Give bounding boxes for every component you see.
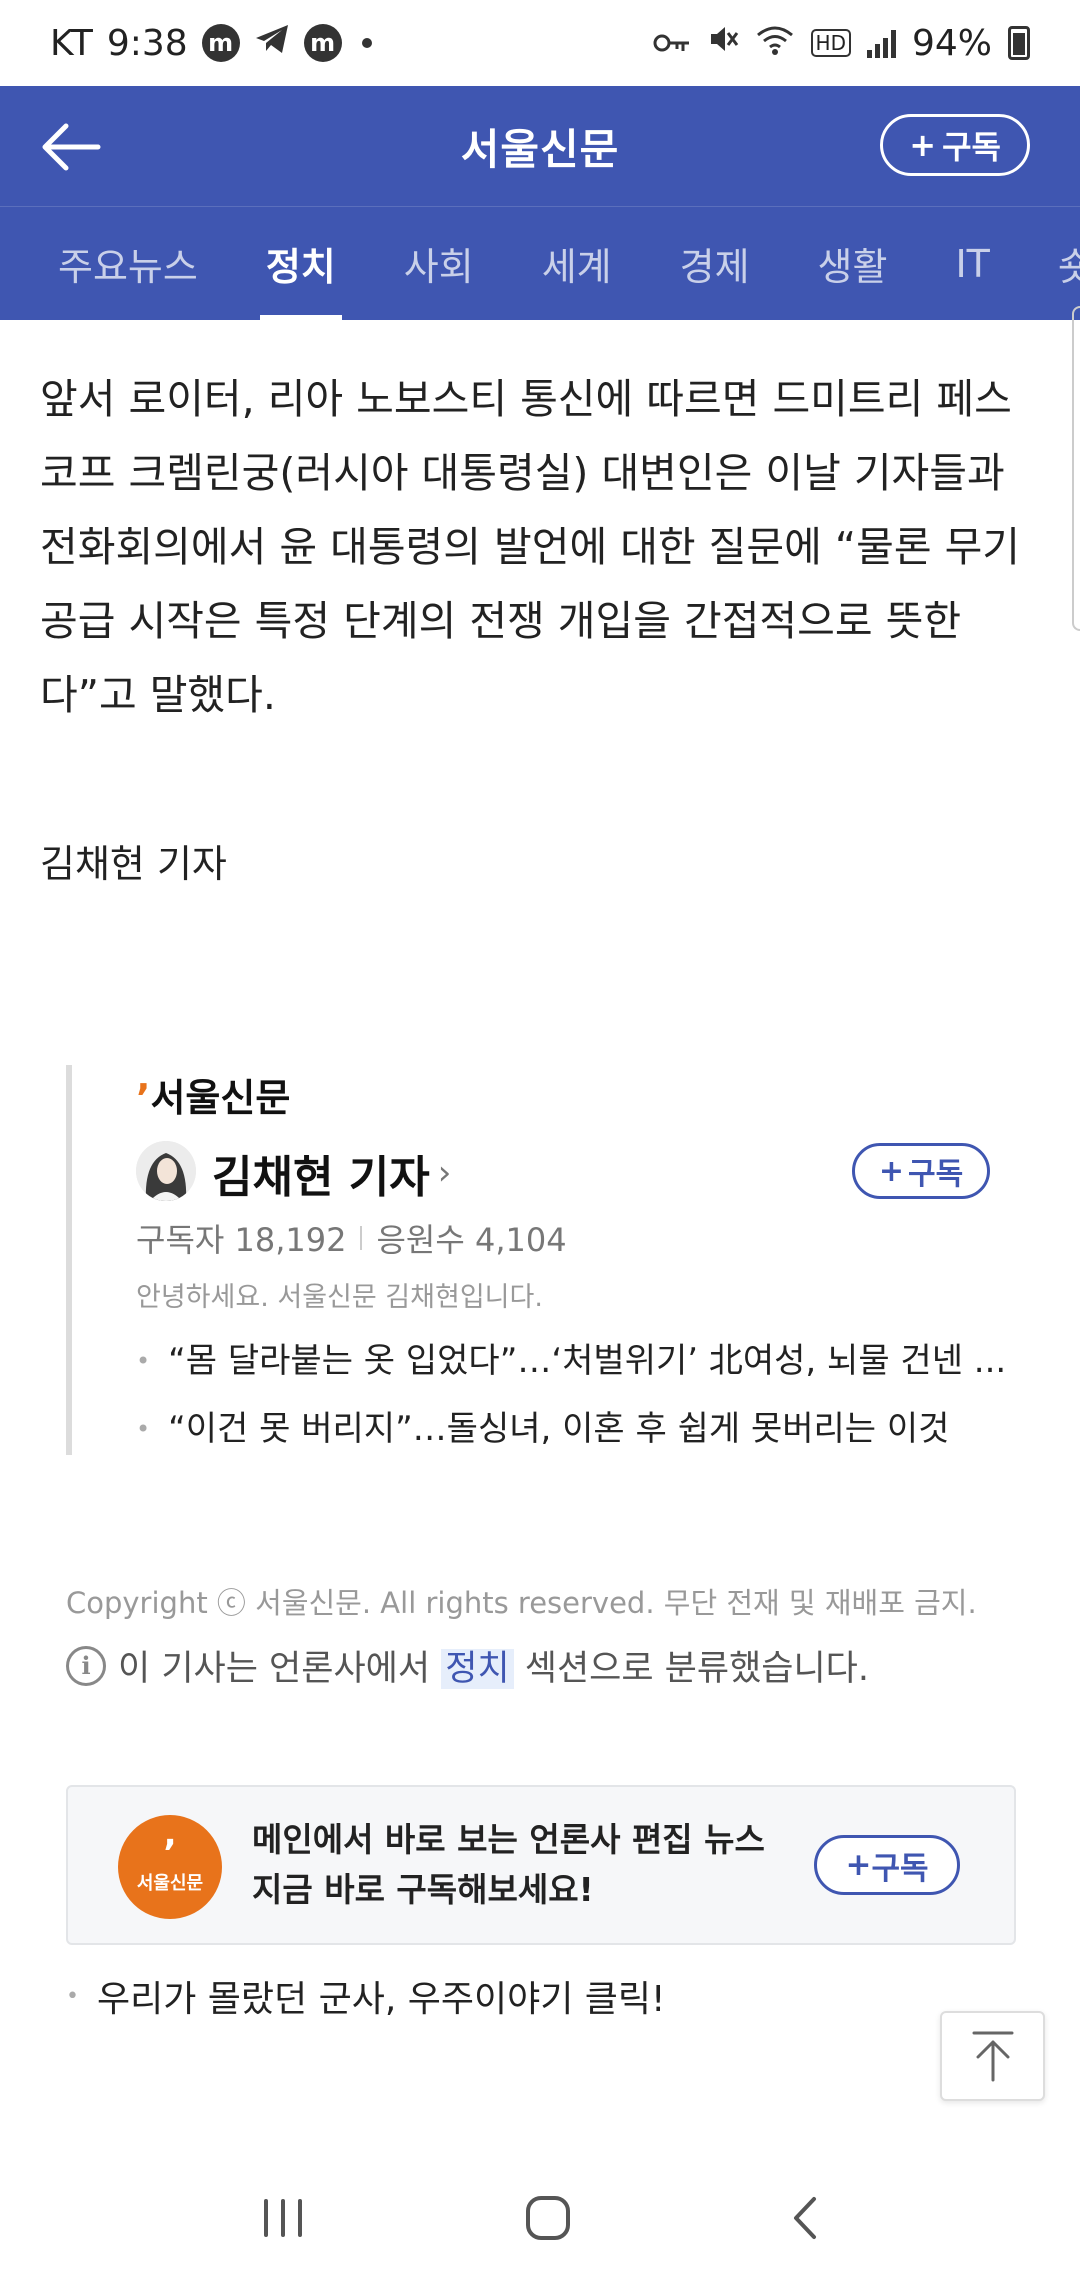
tab-shortform[interactable]: 숏폼	[1058, 207, 1080, 320]
plus-icon: +	[878, 1153, 904, 1189]
app-notification-icon: m	[201, 24, 240, 62]
hd-icon: HD	[810, 29, 851, 57]
info-icon: i	[66, 1645, 106, 1686]
home-button[interactable]	[525, 2195, 571, 2245]
reporter-stats: 구독자 18,192 응원수 4,104	[136, 1215, 567, 1261]
back-chevron-icon	[794, 2197, 817, 2239]
telegram-icon	[254, 23, 290, 64]
reporter-name-link[interactable]: 김채현 기자 ›	[212, 1141, 451, 1205]
reporter-article-list: • “몸 달라붙는 옷 입었다”…‘처벌위기’ 北여성, 뇌물 건넨 ... • “…	[136, 1327, 1006, 1463]
tab-it[interactable]: IT	[955, 207, 989, 320]
scrollbar[interactable]	[1072, 306, 1080, 631]
recent-apps-button[interactable]	[260, 2198, 306, 2242]
chevron-right-icon: ›	[437, 1153, 452, 1193]
copyright-notice: Copyright ⓒ 서울신문. All rights reserved. 무…	[66, 1586, 977, 1620]
tab-politics[interactable]: 정치	[259, 207, 342, 320]
press-logo[interactable]: ’서울신문	[136, 1067, 290, 1122]
tab-world[interactable]: 세계	[542, 207, 612, 320]
system-back-button[interactable]	[790, 2195, 820, 2245]
tab-main-news[interactable]: 주요뉴스	[58, 207, 198, 320]
promo-subscribe-button[interactable]: + 구독	[814, 1835, 960, 1895]
tab-economy[interactable]: 경제	[680, 207, 750, 320]
promo-text: 메인에서 바로 보는 언론사 편집 뉴스 지금 바로 구독해보세요!	[252, 1820, 765, 1909]
back-arrow-icon	[42, 123, 101, 171]
article-byline: 김채현 기자	[40, 842, 227, 886]
reporter-greeting: 안녕하세요. 서울신문 김채현입니다.	[136, 1282, 543, 1313]
tab-society[interactable]: 사회	[404, 207, 474, 320]
category-tabs: 주요뉴스 정치 사회 세계 경제 생활 IT 숏폼	[0, 206, 1080, 320]
section-classification: i 이 기사는 언론사에서 정치 섹션으로 분류했습니다.	[66, 1640, 869, 1691]
app-notification-icon: m	[303, 24, 342, 62]
reporter-card: ’서울신문 김채현 기자 › + 구독 구독자 18,192 응원수 4,104…	[66, 1065, 1016, 1455]
app-header: 서울신문 + 구독	[0, 86, 1080, 206]
arrow-up-icon	[972, 2031, 1013, 2082]
clock: 9:38	[106, 22, 188, 64]
related-link[interactable]: • 우리가 몰랐던 군사, 우주이야기 클릭!	[66, 1970, 665, 2022]
press-logo-badge: ’ 서울신문	[118, 1815, 222, 1919]
battery-icon	[1008, 26, 1030, 60]
battery-percent: 94%	[911, 22, 992, 64]
system-nav-bar	[0, 2160, 1080, 2280]
home-icon	[525, 2196, 570, 2240]
plus-icon: +	[909, 126, 937, 164]
subscriber-count: 구독자 18,192	[136, 1221, 347, 1259]
subscribe-promo: ’ 서울신문 메인에서 바로 보는 언론사 편집 뉴스 지금 바로 구독해보세요…	[66, 1785, 1016, 1945]
subscribe-label: 구독	[942, 128, 1001, 166]
recent-apps-icon	[263, 2199, 302, 2237]
page-title: 서울신문	[460, 124, 620, 174]
subscribe-button[interactable]: + 구독	[880, 114, 1030, 176]
tab-life[interactable]: 생활	[818, 207, 888, 320]
carrier-label: KT	[50, 22, 93, 64]
article-body: 앞서 로이터, 리아 노보스티 통신에 따르면 드미트리 페스코프 크렘린궁(러…	[40, 375, 1021, 719]
status-bar: KT 9:38 m m HD 94%	[0, 0, 1080, 86]
plus-icon: +	[845, 1847, 872, 1883]
vpn-key-icon	[653, 23, 691, 64]
back-button[interactable]	[36, 112, 106, 182]
list-item[interactable]: • “몸 달라붙는 옷 입었다”…‘처벌위기’ 北여성, 뇌물 건넨 ...	[136, 1327, 1006, 1395]
wifi-icon	[755, 23, 795, 64]
reporter-subscribe-button[interactable]: + 구독	[852, 1143, 990, 1199]
avatar[interactable]	[136, 1141, 196, 1201]
divider	[360, 1226, 363, 1250]
supporter-count: 응원수 4,104	[376, 1221, 567, 1259]
list-item[interactable]: • “이건 못 버리지”…돌싱녀, 이혼 후 쉽게 못버리는 이것	[136, 1395, 1006, 1463]
signal-icon	[866, 28, 896, 58]
scroll-to-top-button[interactable]	[940, 2011, 1045, 2101]
more-notifications-icon	[361, 38, 372, 48]
section-link[interactable]: 정치	[441, 1649, 514, 1689]
mute-icon	[707, 23, 739, 64]
